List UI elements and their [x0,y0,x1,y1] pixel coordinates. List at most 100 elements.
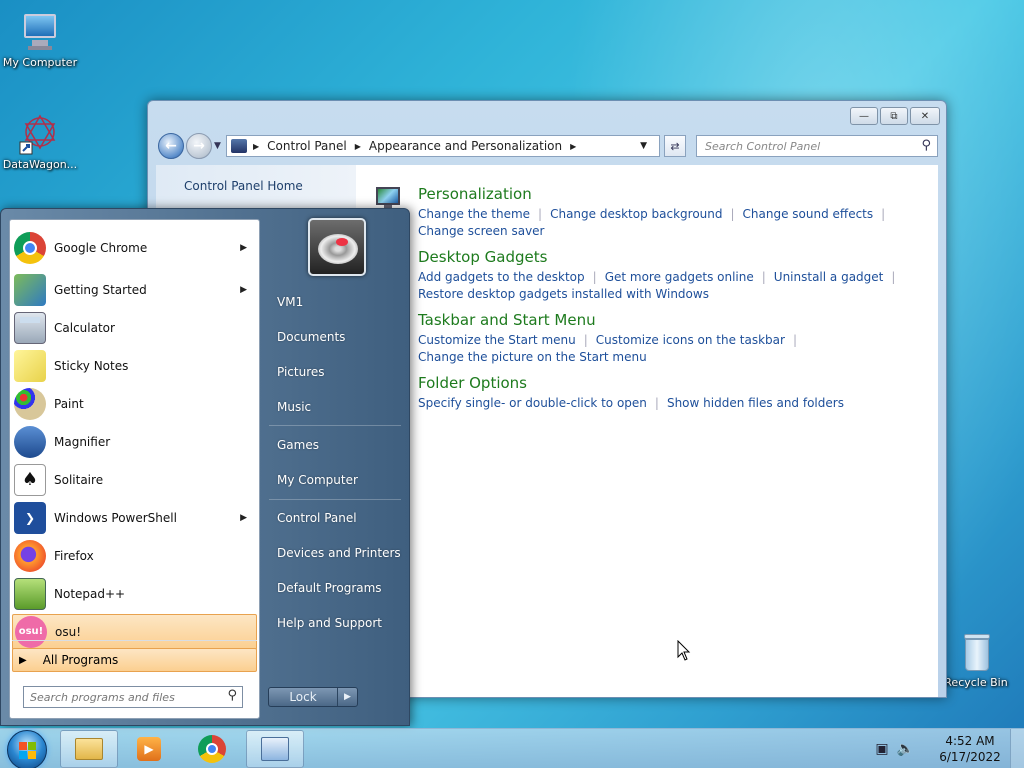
taskbar-explorer-button[interactable] [60,730,118,768]
program-notepadpp[interactable]: Notepad++ [12,576,257,612]
taskbar-chrome-button[interactable] [183,730,241,768]
power-options-arrow-icon[interactable]: ▶ [337,688,357,706]
program-label: osu! [55,625,82,639]
firefox-icon [14,540,46,572]
address-dropdown-icon[interactable]: ▼ [640,141,647,151]
desktop-icon-label: DataWagon... [2,158,78,171]
program-getting-started[interactable]: Getting Started ▶ [12,272,257,308]
desktop-icon-my-computer[interactable]: My Computer [0,10,80,69]
breadcrumb-control-panel[interactable]: Control Panel [267,139,347,153]
program-solitaire[interactable]: ♠ Solitaire [12,462,257,498]
submenu-arrow-icon[interactable]: ▶ [240,243,247,253]
restore-icon: ⧉ [890,110,898,122]
section-title[interactable]: Taskbar and Start Menu [418,311,805,329]
start-item-my-computer[interactable]: My Computer [269,464,401,496]
start-item-help-support[interactable]: Help and Support [269,607,401,639]
start-item-documents[interactable]: Documents [269,321,401,353]
start-item-pictures[interactable]: Pictures [269,356,401,388]
search-icon[interactable]: ⚲ [227,688,237,703]
program-osu[interactable]: osu! osu! [12,614,257,650]
taskbar-media-player-button[interactable]: ▶ [120,730,178,768]
link-change-start-menu-picture[interactable]: Change the picture on the Start menu [418,350,647,364]
link-customize-start-menu[interactable]: Customize the Start menu [418,333,576,347]
start-item-control-panel[interactable]: Control Panel [269,502,401,534]
program-paint[interactable]: Paint [12,386,257,422]
recent-pages-dropdown[interactable]: ▼ [214,141,221,151]
control-panel-icon [261,737,289,761]
back-button[interactable]: ← [158,133,184,159]
lock-button[interactable]: Lock ▶ [268,687,358,707]
program-label: Getting Started [54,283,147,297]
desktop-icon-datawagon[interactable]: DataWagon... [0,112,80,171]
section-title[interactable]: Personalization [418,185,893,203]
program-label: Paint [54,397,84,411]
start-menu-separator [269,425,401,426]
start-item-devices-printers[interactable]: Devices and Printers [269,537,401,569]
search-programs-input[interactable]: Search programs and files ⚲ [23,686,243,708]
link-customize-taskbar-icons[interactable]: Customize icons on the taskbar [596,333,785,347]
osu-icon: osu! [15,616,47,648]
volume-icon[interactable]: 🔈 [897,741,914,757]
link-change-theme[interactable]: Change the theme [418,207,530,221]
section-folder-options: Folder Options Specify single- or double… [418,374,844,412]
taskbar-control-panel-button[interactable] [246,730,304,768]
link-restore-gadgets[interactable]: Restore desktop gadgets installed with W… [418,287,709,301]
program-google-chrome[interactable]: Google Chrome ▶ [12,230,257,266]
link-change-desktop-background[interactable]: Change desktop background [550,207,722,221]
program-sticky-notes[interactable]: Sticky Notes [12,348,257,384]
program-calculator[interactable]: Calculator [12,310,257,346]
maximize-button[interactable]: ⧉ [880,107,908,125]
start-item-default-programs[interactable]: Default Programs [269,572,401,604]
submenu-arrow-icon[interactable]: ▶ [240,285,247,295]
section-title[interactable]: Desktop Gadgets [418,248,903,266]
close-button[interactable]: ✕ [910,107,940,125]
mouse-cursor-icon [677,640,691,661]
link-show-hidden-files[interactable]: Show hidden files and folders [667,396,844,410]
minimize-button[interactable]: — [850,107,878,125]
powershell-icon: ❯ [14,502,46,534]
program-label: Google Chrome [54,241,148,255]
desktop-icon-label: My Computer [2,56,78,69]
paint-icon [14,388,46,420]
link-single-double-click[interactable]: Specify single- or double-click to open [418,396,647,410]
desktop-icon-recycle-bin[interactable]: Recycle Bin [936,630,1016,689]
program-windows-powershell[interactable]: ❯ Windows PowerShell ▶ [12,500,257,536]
show-desktop-button[interactable] [1010,729,1024,768]
link-separator: | [881,207,886,221]
forward-button[interactable]: → [186,133,212,159]
minimize-icon: — [859,110,869,122]
clock[interactable]: 4:52 AM 6/17/2022 [930,733,1010,765]
program-label: Notepad++ [54,587,126,601]
program-firefox[interactable]: Firefox [12,538,257,574]
user-avatar[interactable] [308,218,366,276]
refresh-button[interactable]: ⇄ [664,135,686,157]
link-get-more-gadgets[interactable]: Get more gadgets online [605,270,754,284]
breadcrumb-appearance[interactable]: Appearance and Personalization [369,139,562,153]
link-separator: | [538,207,543,221]
search-placeholder: Search programs and files [30,690,175,704]
link-change-screen-saver[interactable]: Change screen saver [418,224,545,238]
link-add-gadgets[interactable]: Add gadgets to the desktop [418,270,585,284]
program-label: Sticky Notes [54,359,129,373]
control-panel-home-link[interactable]: Control Panel Home [184,179,303,193]
back-arrow-icon: ← [165,138,177,154]
lock-label: Lock [289,690,317,704]
start-item-music[interactable]: Music [269,391,401,423]
all-programs-label: All Programs [42,653,119,667]
start-button[interactable] [7,730,47,768]
program-magnifier[interactable]: Magnifier [12,424,257,460]
submenu-arrow-icon[interactable]: ▶ [240,513,247,523]
start-item-user-folder[interactable]: VM1 [269,286,401,318]
network-icon[interactable]: ▣ [875,741,888,757]
getting-started-icon [14,274,46,306]
all-programs-button[interactable]: ▶ All Programs [12,648,257,672]
expand-arrow-icon: ▶ [19,654,27,666]
search-icon[interactable]: ⚲ [921,138,931,153]
search-control-panel-input[interactable]: Search Control Panel ⚲ [696,135,938,157]
link-uninstall-gadget[interactable]: Uninstall a gadget [774,270,884,284]
control-panel-icon [231,139,247,153]
section-title[interactable]: Folder Options [418,374,844,392]
address-bar[interactable]: ▶ Control Panel ▶ Appearance and Persona… [226,135,660,157]
start-item-games[interactable]: Games [269,429,401,461]
link-change-sound-effects[interactable]: Change sound effects [743,207,874,221]
